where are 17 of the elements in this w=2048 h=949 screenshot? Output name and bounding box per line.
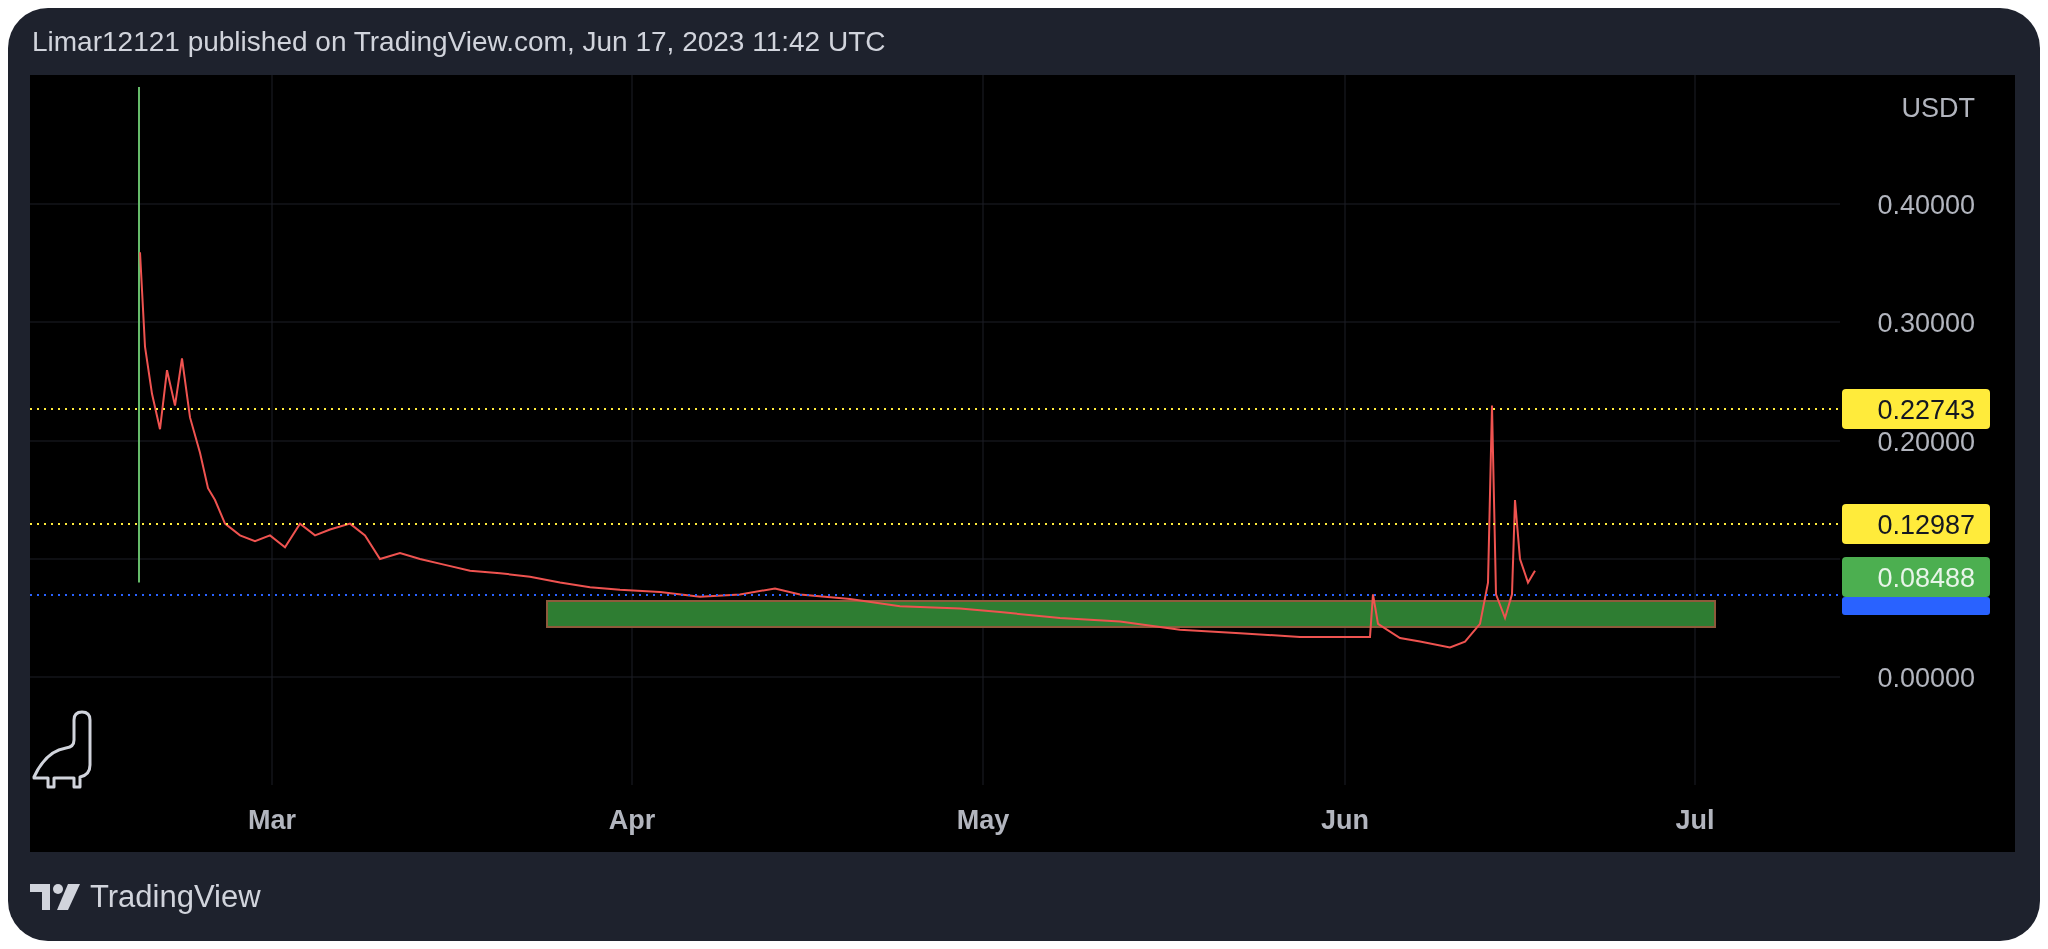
- dinosaur-icon: [32, 710, 92, 789]
- time-axis-label: Jun: [1321, 805, 1369, 835]
- currency-label: USDT: [1901, 93, 1975, 123]
- time-axis-label: Apr: [608, 805, 656, 835]
- publication-title: Limar12121 published on TradingView.com, Jun 17, 2023 11:42 UTC: [32, 25, 886, 58]
- time-axis-label: May: [956, 805, 1010, 835]
- brand-name: TradingView: [90, 878, 261, 915]
- last-price-badge: 0.08488: [1842, 557, 1990, 597]
- price-axis-label: 0.00000: [1877, 663, 1975, 693]
- time-axis-label: Mar: [248, 805, 296, 835]
- logo-icon: [30, 883, 80, 910]
- price-axis-label: 0.40000: [1877, 190, 1975, 220]
- price-badge: 0.22743: [1842, 389, 1990, 429]
- price-axis-label: 0.20000: [1877, 427, 1975, 457]
- price-axis-label: 0.30000: [1877, 308, 1975, 338]
- time-axis-label: Jul: [1675, 805, 1715, 835]
- price-badge: 0.12987: [1842, 504, 1990, 544]
